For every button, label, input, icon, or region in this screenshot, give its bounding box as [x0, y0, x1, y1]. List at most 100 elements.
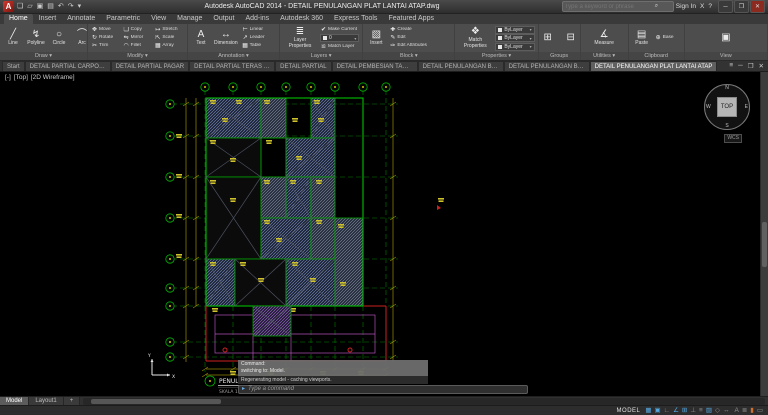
- viewcube-south[interactable]: S: [725, 123, 728, 129]
- status-toggle-icon[interactable]: ↔: [723, 406, 730, 415]
- status-toggle-icon[interactable]: ∠: [673, 406, 679, 415]
- signin-button[interactable]: Sign In: [676, 3, 696, 10]
- modify-tool-button[interactable]: ▦ Array: [154, 43, 184, 49]
- status-toggle-icon[interactable]: ⊞: [682, 406, 687, 415]
- file-tab[interactable]: DETAIL PENULANGAN BALOK AS: [418, 61, 504, 71]
- viewport-view-menu[interactable]: [Top]: [14, 74, 28, 81]
- modify-tool-button[interactable]: ✂ Trim: [91, 43, 121, 49]
- ribbon-tab[interactable]: View: [146, 14, 171, 24]
- model-space-label[interactable]: MODEL: [617, 408, 641, 414]
- status-toggle-icon[interactable]: ◇: [715, 406, 720, 415]
- doc-restore-icon[interactable]: ❐: [748, 62, 754, 70]
- doc-minimize-icon[interactable]: ─: [738, 62, 743, 69]
- modify-tool-button[interactable]: ✥ Move: [91, 27, 121, 33]
- annotation-tool-button[interactable]: A Text: [191, 25, 211, 51]
- panel-title-utilities[interactable]: Utilities ▾: [581, 52, 628, 60]
- ribbon-tab[interactable]: Express Tools: [329, 14, 382, 24]
- file-tab[interactable]: DETAIL PEMBESIAN TANGGA UTAMA: [332, 61, 418, 71]
- layer-select[interactable]: 0: [320, 34, 359, 42]
- insert-block-button[interactable]: ▧ Insert: [366, 25, 386, 51]
- command-line[interactable]: ▸ Type a command: [238, 385, 528, 394]
- draw-tool-button[interactable]: ╱ Line: [3, 25, 23, 51]
- search-input[interactable]: [565, 4, 653, 10]
- paste-button[interactable]: ▤ Paste: [632, 25, 652, 51]
- drawing-area[interactable]: PENULANGAN PLAT LANTAI ATAP SKALA 1 : 10…: [0, 72, 768, 396]
- block-tool-button[interactable]: ✎ Edit: [389, 35, 451, 41]
- viewcube-west[interactable]: W: [706, 104, 711, 110]
- annotation-small-button[interactable]: ▦ Table: [242, 43, 276, 49]
- horizontal-scrollbar[interactable]: [83, 398, 765, 405]
- modify-tool-button[interactable]: ⇱ Scale: [154, 35, 184, 41]
- minimize-button[interactable]: ─: [718, 0, 733, 13]
- panel-title-clipboard[interactable]: Clipboard: [629, 52, 684, 60]
- file-tab[interactable]: DETAIL PENULANGAN BALOK: [504, 61, 590, 71]
- file-tab[interactable]: DETAIL PARTIAL TERAS GARASI PAGAR: [189, 61, 275, 71]
- match-properties-button[interactable]: ❖ Match Properties: [458, 25, 492, 51]
- measure-button[interactable]: ∡ Measure: [593, 30, 614, 46]
- layer-properties-button[interactable]: ≣ Layer Properties: [283, 25, 317, 51]
- modify-tool-button[interactable]: ⇋ Mirror: [123, 35, 153, 41]
- maximize-button[interactable]: ❐: [734, 0, 749, 13]
- close-button[interactable]: ✕: [750, 0, 765, 13]
- panel-title-modify[interactable]: Modify ▾: [88, 52, 187, 60]
- group-tool-button[interactable]: ⊟: [561, 33, 581, 43]
- view-tool-button[interactable]: ▣: [716, 33, 736, 43]
- file-tab[interactable]: DETAIL PARTIAL PAGAR: [111, 61, 189, 71]
- status-tool-icon[interactable]: ▮: [750, 406, 754, 415]
- exchange-apps-icon[interactable]: X: [700, 3, 704, 10]
- status-toggle-icon[interactable]: ⊥: [690, 406, 696, 415]
- qat-dropdown-icon[interactable]: ▾: [77, 1, 83, 12]
- vertical-scrollbar[interactable]: [760, 72, 768, 396]
- block-tool-button[interactable]: ✚ Create: [389, 27, 451, 33]
- status-toggle-icon[interactable]: ▨: [706, 406, 712, 415]
- annotation-small-button[interactable]: ↗ Leader: [242, 35, 276, 41]
- open-file-icon[interactable]: ▱: [26, 1, 33, 12]
- undo-icon[interactable]: ↶: [57, 1, 65, 12]
- modify-tool-button[interactable]: ↻ Rotate: [91, 35, 121, 41]
- status-tool-icon[interactable]: ▭: [757, 406, 763, 415]
- viewport-controls[interactable]: [-] [Top] [2D Wireframe]: [5, 74, 75, 81]
- panel-title-layers[interactable]: Layers ▾: [280, 52, 362, 60]
- status-tool-icon[interactable]: ≣: [742, 406, 747, 415]
- viewcube[interactable]: N W E S TOP: [704, 84, 750, 130]
- property-select[interactable]: ByLayer: [495, 26, 534, 34]
- ribbon-tab[interactable]: Add-ins: [240, 14, 274, 24]
- ribbon-tab[interactable]: Autodesk 360: [275, 14, 328, 24]
- annotation-tool-button[interactable]: ↔ Dimension: [213, 25, 239, 51]
- status-toggle-icon[interactable]: ∟: [664, 406, 670, 415]
- panel-title-view[interactable]: View: [685, 52, 767, 60]
- viewport-visual-style-menu[interactable]: [2D Wireframe]: [31, 74, 75, 81]
- status-tool-icon[interactable]: A: [734, 406, 738, 415]
- modify-tool-button[interactable]: ◠ Fillet: [123, 43, 153, 49]
- file-tab[interactable]: DETAIL PARTIAL CARPORT: [25, 61, 111, 71]
- viewcube-top-face[interactable]: TOP: [717, 97, 737, 117]
- panel-title-properties[interactable]: Properties ▾: [455, 52, 537, 60]
- ribbon-tab[interactable]: Output: [208, 14, 239, 24]
- plot-icon[interactable]: ▤: [46, 1, 55, 12]
- file-tab-menu-icon[interactable]: ≡: [729, 62, 733, 69]
- modify-tool-button[interactable]: ↦ Stretch: [154, 27, 184, 33]
- redo-icon[interactable]: ↷: [67, 1, 75, 12]
- command-input[interactable]: Type a command: [248, 386, 294, 393]
- make-current-button[interactable]: ✔ Make Current: [320, 27, 359, 33]
- status-toggle-icon[interactable]: ≡: [699, 406, 703, 415]
- help-icon[interactable]: ?: [708, 3, 712, 10]
- status-toggle-icon[interactable]: ▦: [645, 406, 651, 415]
- file-tab[interactable]: DETAIL PARTIAL: [275, 61, 331, 71]
- wcs-menu[interactable]: WCS: [724, 134, 742, 143]
- draw-tool-button[interactable]: ↯ Polyline: [26, 25, 46, 51]
- ribbon-tab[interactable]: Insert: [34, 14, 62, 24]
- match-layer-button[interactable]: ≌ Match Layer: [320, 44, 359, 50]
- doc-close-icon[interactable]: ✕: [759, 62, 764, 70]
- viewcube-north[interactable]: N: [725, 85, 729, 91]
- horizontal-scrollbar-thumb[interactable]: [91, 399, 221, 404]
- app-logo-icon[interactable]: A: [3, 1, 14, 12]
- file-tab[interactable]: DETAIL PENULANGAN PLAT LANTAI ATAP: [590, 61, 718, 71]
- status-toggle-icon[interactable]: ▣: [655, 406, 661, 415]
- ribbon-tab[interactable]: Home: [4, 14, 33, 24]
- annotation-small-button[interactable]: ⊢ Linear: [242, 27, 276, 33]
- ribbon-tab[interactable]: Annotate: [62, 14, 100, 24]
- block-tool-button[interactable]: ✑ Edit Attributes: [389, 43, 451, 49]
- group-tool-button[interactable]: ⊞: [538, 33, 558, 43]
- viewcube-east[interactable]: E: [745, 104, 748, 110]
